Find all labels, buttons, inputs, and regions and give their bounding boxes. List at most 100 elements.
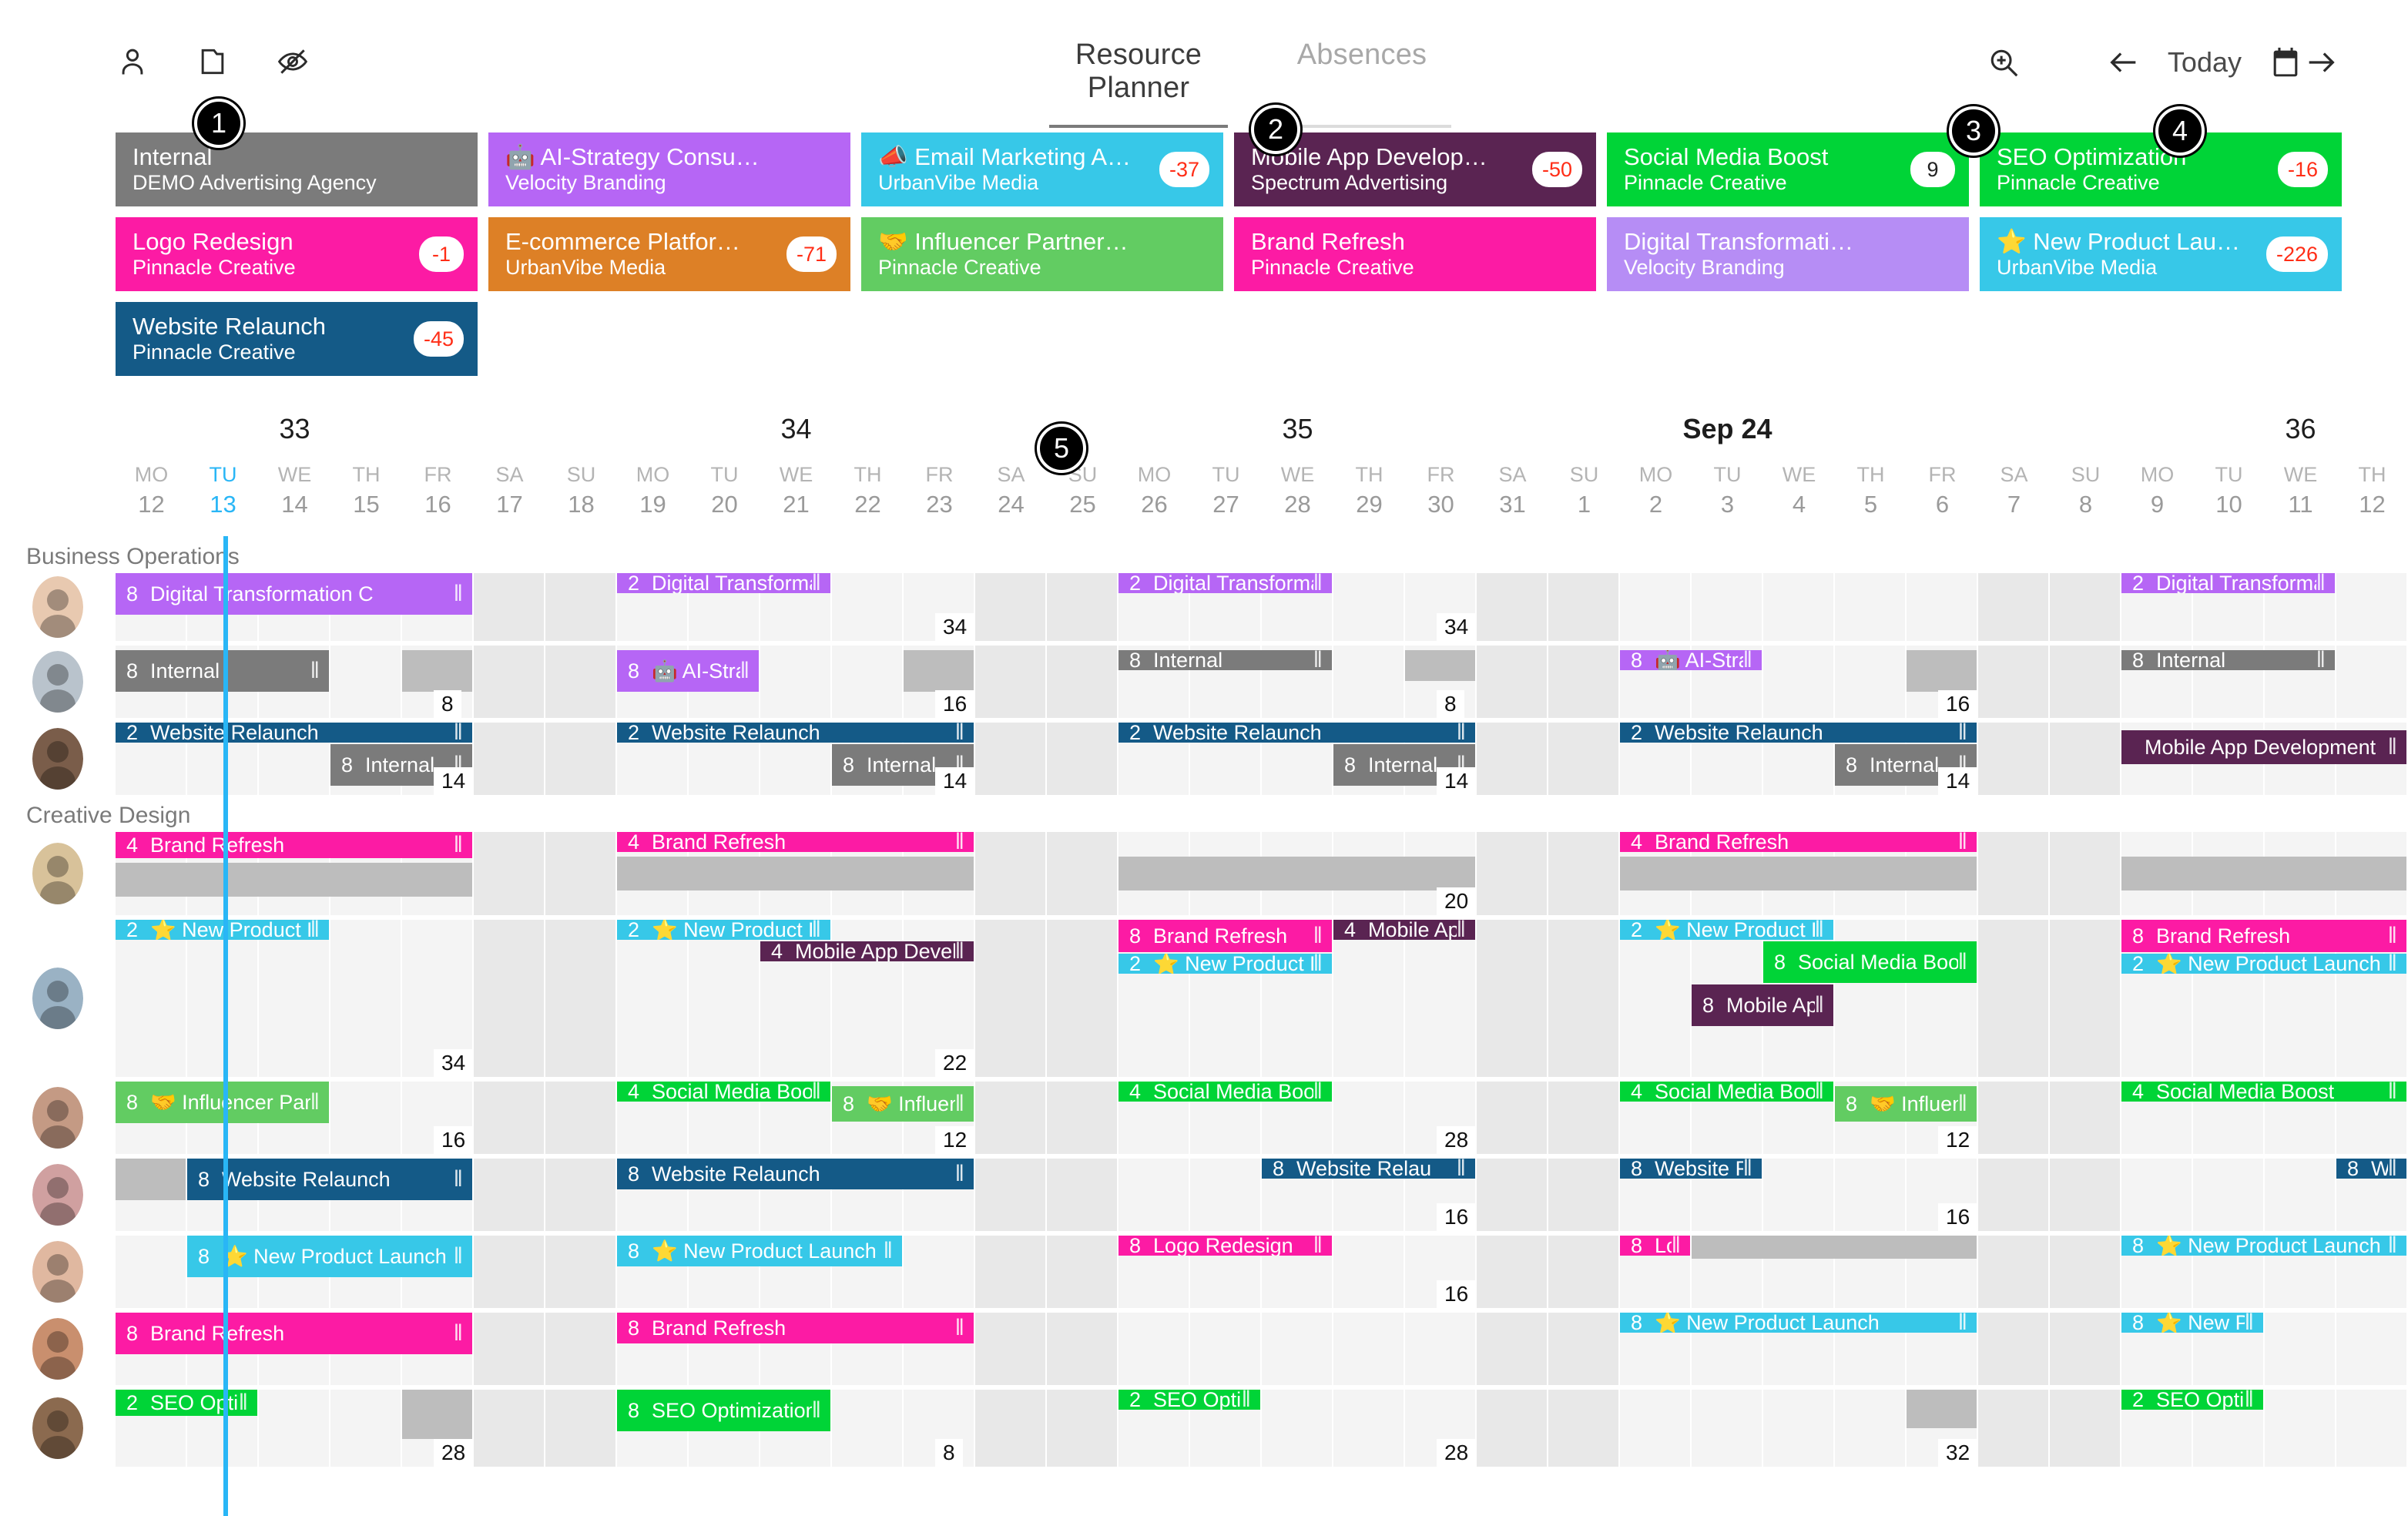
day-cell[interactable] [1692, 573, 1763, 641]
day-header[interactable]: FR 30 [1427, 461, 1455, 521]
resize-handle-icon[interactable]: ‖ [1958, 1091, 1967, 1117]
day-cell[interactable] [975, 723, 1047, 795]
day-cell[interactable] [545, 1313, 617, 1385]
task-bar[interactable]: 8 SEO Optimization ‖ [617, 1390, 830, 1431]
day-header[interactable]: TH 15 [353, 461, 381, 521]
day-cell[interactable] [1477, 920, 1548, 1077]
day-cell[interactable] [1548, 920, 1620, 1077]
day-cell[interactable] [975, 920, 1047, 1077]
day-cell[interactable] [545, 1236, 617, 1308]
day-cell[interactable] [2050, 1236, 2121, 1308]
day-cell[interactable] [1548, 646, 1620, 718]
resize-handle-icon[interactable]: ‖ [1457, 920, 1466, 940]
tab-resource-planner[interactable]: Resource Planner [1049, 39, 1228, 128]
day-cell[interactable] [1978, 723, 2050, 795]
row-track[interactable]: 2⭐ New Product Launch‖2⭐ New Product Lau… [116, 920, 2408, 1077]
day-cell[interactable] [832, 573, 904, 641]
resize-handle-icon[interactable]: ‖ [955, 832, 964, 852]
resize-handle-icon[interactable]: ‖ [1313, 954, 1323, 974]
task-bar[interactable]: 8 We‖ [2336, 1159, 2406, 1179]
day-cell[interactable] [1620, 920, 1692, 1077]
day-cell[interactable] [1047, 1236, 1118, 1308]
day-cell[interactable] [975, 1313, 1047, 1385]
day-cell[interactable] [1978, 1082, 2050, 1154]
resize-handle-icon[interactable]: ‖ [2388, 923, 2397, 949]
resize-handle-icon[interactable]: ‖ [955, 1315, 964, 1341]
resize-handle-icon[interactable]: ‖ [812, 573, 821, 593]
day-cell[interactable] [1477, 1313, 1548, 1385]
resize-handle-icon[interactable]: ‖ [2388, 1159, 2397, 1179]
task-bar[interactable]: 8 ⭐ New Product Launch ‖ [1620, 1313, 1977, 1333]
avatar[interactable] [32, 1241, 83, 1303]
day-cell[interactable] [116, 1236, 187, 1308]
day-cell[interactable] [1978, 1313, 2050, 1385]
resize-handle-icon[interactable]: ‖ [1743, 1159, 1752, 1179]
day-header[interactable]: TU 13 [210, 461, 237, 521]
day-cell[interactable] [545, 646, 617, 718]
day-cell[interactable] [545, 573, 617, 641]
day-cell[interactable] [1620, 1390, 1692, 1467]
resize-handle-icon[interactable]: ‖ [454, 1243, 463, 1269]
day-cell[interactable] [1333, 920, 1405, 1077]
task-bar[interactable]: 8 Loɡ‖ [1620, 1236, 1690, 1256]
day-header[interactable]: SA 24 [997, 461, 1025, 521]
folder-icon[interactable] [196, 45, 230, 79]
day-header[interactable]: TU 27 [1212, 461, 1240, 521]
day-cell[interactable] [474, 723, 545, 795]
task-bar[interactable]: 8 Internal ‖ [1118, 650, 1332, 670]
task-bar[interactable]: 4Social Media Boost‖ [2121, 1082, 2406, 1102]
day-cell[interactable] [1835, 1390, 1907, 1467]
task-bar[interactable]: 8 Brand Refresh ‖ [1118, 920, 1332, 952]
day-cell[interactable] [2265, 1313, 2336, 1385]
day-cell[interactable] [1548, 1313, 1620, 1385]
resize-handle-icon[interactable]: ‖ [310, 920, 320, 940]
task-bar[interactable]: 4Social Media Boost‖ [617, 1082, 830, 1102]
resize-handle-icon[interactable]: ‖ [2316, 573, 2326, 593]
task-bar[interactable]: 4 Brand Refresh ‖ [617, 832, 974, 852]
row-track[interactable]: 2 Website Relaunch ‖ 8 Internal ‖ 2 Website Rel… [116, 723, 2408, 795]
day-cell[interactable] [975, 1390, 1047, 1467]
resize-handle-icon[interactable]: ‖ [1958, 949, 1967, 975]
day-cell[interactable] [2050, 920, 2121, 1077]
day-cell[interactable] [1548, 1082, 1620, 1154]
day-header[interactable]: MO 12 [135, 461, 169, 521]
day-cell[interactable] [1190, 1313, 1262, 1385]
day-header[interactable]: SU 8 [2071, 461, 2101, 521]
task-bar[interactable]: 4 Brand Refresh ‖ [1620, 832, 1977, 852]
task-bar[interactable]: 8 Website Relaunch ‖ [187, 1159, 472, 1200]
day-cell[interactable] [1047, 1159, 1118, 1231]
project-card[interactable]: ⭐ New Product Lau… UrbanVibe Media -226 [1980, 217, 2342, 291]
task-bar[interactable]: 2 ⭐ New Product Launch ‖ [2121, 954, 2406, 974]
day-cell[interactable] [1978, 1159, 2050, 1231]
project-card[interactable]: Social Media Boost Pinnacle Creative 9 [1607, 132, 1969, 206]
resize-handle-icon[interactable]: ‖ [740, 658, 750, 684]
project-card[interactable]: Digital Transformati… Velocity Branding [1607, 217, 1969, 291]
day-header[interactable]: TU 3 [1714, 461, 1742, 521]
day-cell[interactable] [330, 920, 402, 1077]
person-icon[interactable] [116, 45, 149, 79]
resize-handle-icon[interactable]: ‖ [2388, 1082, 2397, 1102]
day-header[interactable]: WE 4 [1783, 461, 1816, 521]
day-cell[interactable] [1190, 1159, 1262, 1231]
day-header[interactable]: SA 17 [495, 461, 523, 521]
avatar[interactable] [32, 1397, 83, 1459]
day-cell[interactable] [2121, 1159, 2193, 1231]
resize-handle-icon[interactable]: ‖ [1958, 832, 1967, 852]
day-cell[interactable] [1333, 573, 1405, 641]
task-bar[interactable]: 8 Brand Refresh ‖ [116, 1313, 472, 1354]
day-cell[interactable] [1763, 646, 1835, 718]
resize-handle-icon[interactable]: ‖ [310, 658, 320, 684]
day-header[interactable]: WE 28 [1281, 461, 1315, 521]
day-cell[interactable] [1763, 1390, 1835, 1467]
day-cell[interactable] [1333, 1082, 1405, 1154]
resize-handle-icon[interactable]: ‖ [884, 1238, 893, 1264]
day-cell[interactable] [1047, 832, 1118, 915]
avatar[interactable] [32, 1164, 83, 1226]
day-cell[interactable] [1262, 1390, 1333, 1467]
day-cell[interactable] [2050, 1082, 2121, 1154]
day-header[interactable]: MO 19 [636, 461, 670, 521]
task-bar[interactable]: 2 Digital Transformation C‖ [1118, 573, 1332, 593]
day-cell[interactable] [2050, 646, 2121, 718]
day-cell[interactable] [1978, 573, 2050, 641]
day-cell[interactable] [1763, 573, 1835, 641]
